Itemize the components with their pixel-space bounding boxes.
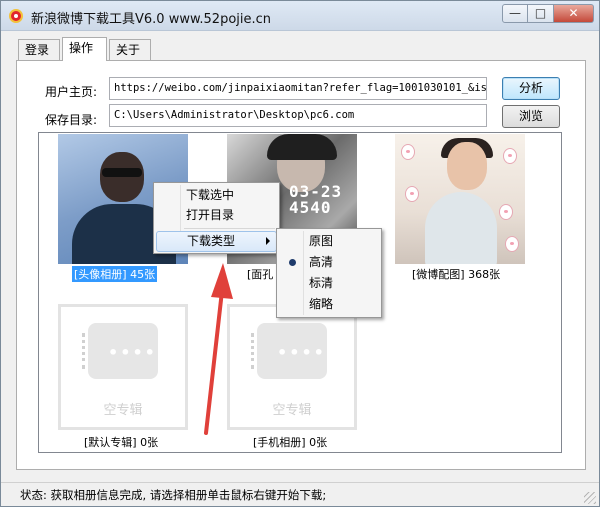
menu-item-download-type-label: 下载类型: [187, 234, 236, 248]
submenu-arrow-icon: [266, 237, 270, 245]
thumb-date-stamp: 03-23 4540: [289, 182, 343, 217]
thumb-hair: [267, 134, 337, 160]
submenu-item-hd-label: 高清: [309, 255, 334, 269]
album-thumbnail-mobile[interactable]: •••• 空专辑: [227, 304, 357, 430]
browse-button[interactable]: 浏览: [502, 105, 560, 128]
title-bar[interactable]: 新浪微博下载工具V6.0 www.52pojie.cn — □ ✕: [1, 1, 599, 31]
home-page-input[interactable]: https://weibo.com/jinpaixiaomitan?refer_…: [109, 77, 487, 100]
empty-album-icon: ••••: [251, 323, 327, 379]
submenu-item-thumbnail[interactable]: 缩略: [279, 294, 379, 314]
thumb-figure-head: [100, 152, 144, 202]
bunny-sticker-icon: [505, 236, 519, 252]
album-caption-weibo-pics[interactable]: [微博配图] 368张: [412, 266, 500, 282]
save-dir-input[interactable]: C:\Users\Administrator\Desktop\pc6.com: [109, 104, 487, 127]
tab-operate[interactable]: 操作: [62, 37, 107, 61]
empty-album-label: 空专辑: [103, 403, 143, 418]
context-menu: 下载选中 打开目录 下载类型: [153, 182, 280, 254]
thumb-face: [447, 142, 487, 190]
bunny-sticker-icon: [405, 186, 419, 202]
menu-separator: [184, 228, 275, 229]
submenu-item-hd[interactable]: 高清: [279, 252, 379, 272]
bunny-sticker-icon: [499, 204, 513, 220]
app-window: 新浪微博下载工具V6.0 www.52pojie.cn — □ ✕ 登录 操作 …: [0, 0, 600, 507]
radio-selected-icon: [289, 259, 296, 266]
submenu-item-sd[interactable]: 标清: [279, 273, 379, 293]
menu-item-open-folder[interactable]: 打开目录: [156, 205, 277, 226]
thumb-sunglasses: [102, 168, 142, 177]
close-button[interactable]: ✕: [554, 4, 594, 23]
album-caption-default[interactable]: [默认专辑] 0张: [84, 434, 158, 450]
tab-about[interactable]: 关于: [109, 39, 151, 60]
empty-album-icon: ••••: [82, 323, 158, 379]
analyze-button[interactable]: 分析: [502, 77, 560, 100]
weibo-logo-icon: [9, 9, 23, 23]
save-dir-label: 保存目录:: [45, 113, 98, 127]
album-caption-mobile[interactable]: [手机相册] 0张: [253, 434, 327, 450]
resize-grip-icon[interactable]: [584, 492, 596, 504]
download-type-submenu: 原图 高清 标清 缩略: [276, 228, 382, 318]
bunny-sticker-icon: [401, 144, 415, 160]
minimize-button[interactable]: —: [502, 4, 528, 23]
menu-item-download-type[interactable]: 下载类型: [156, 231, 277, 252]
menu-item-download-selected[interactable]: 下载选中: [156, 185, 277, 206]
status-text: 状态: 获取相册信息完成, 请选择相册单击鼠标右键开始下载;: [20, 488, 327, 502]
empty-album-label: 空专辑: [272, 403, 312, 418]
album-thumbnail-default[interactable]: •••• 空专辑: [58, 304, 188, 430]
window-title: 新浪微博下载工具V6.0 www.52pojie.cn: [31, 12, 272, 27]
home-page-label: 用户主页:: [45, 85, 98, 99]
status-bar: 状态: 获取相册信息完成, 请选择相册单击鼠标右键开始下载;: [1, 482, 599, 506]
bunny-sticker-icon: [503, 148, 517, 164]
tab-login[interactable]: 登录: [18, 39, 60, 60]
album-caption-avatar[interactable]: [头像相册] 45张: [72, 266, 158, 282]
submenu-item-original[interactable]: 原图: [279, 231, 379, 251]
album-caption-face[interactable]: [面孔: [247, 266, 273, 282]
maximize-button[interactable]: □: [528, 4, 554, 23]
album-thumbnail-weibo-pics[interactable]: [395, 134, 525, 264]
thumb-plush-toy: [425, 192, 497, 264]
